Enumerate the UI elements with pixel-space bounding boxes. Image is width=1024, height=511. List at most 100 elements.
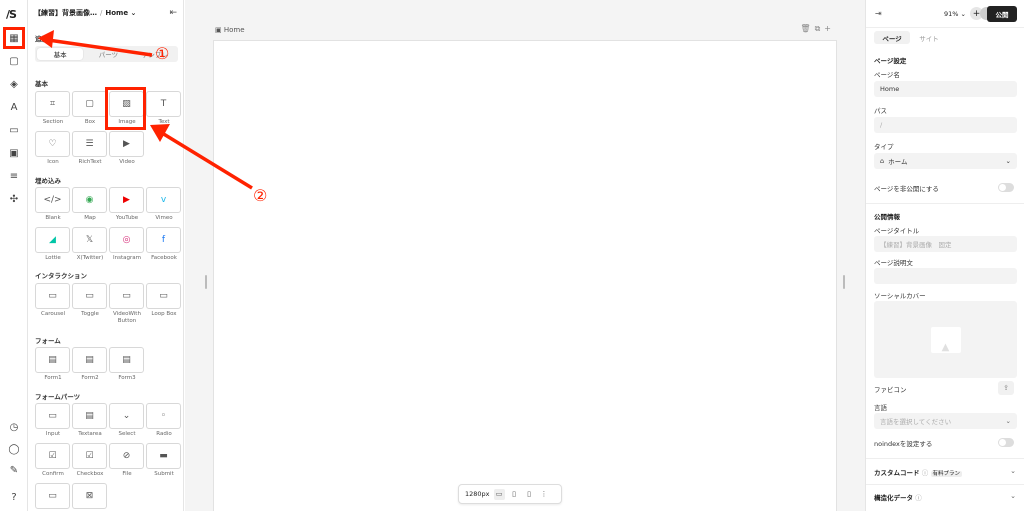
page-name-field[interactable]: Home	[874, 81, 1017, 97]
richtext-icon: ☰	[85, 139, 94, 149]
publish-button[interactable]: 公開	[987, 6, 1017, 22]
components-icon[interactable]: ✣	[5, 190, 23, 208]
element-tile-carousel[interactable]: ▭	[35, 283, 70, 309]
element-tile-input[interactable]: ▭	[35, 403, 70, 429]
tablet-icon[interactable]: ▯	[509, 489, 520, 500]
breadcrumb: 【練習】背景画像… / Home ⌄	[34, 9, 137, 17]
desktop-icon[interactable]: ▭	[493, 488, 505, 500]
page-canvas[interactable]	[213, 40, 837, 511]
help-icon[interactable]: ?	[5, 488, 23, 506]
structured-data-section[interactable]: 構造化データ ⓘ	[874, 492, 922, 502]
expand-panel-icon[interactable]: ⇥	[875, 9, 882, 18]
hide-page-toggle[interactable]	[998, 183, 1014, 192]
element-tile-file[interactable]: ⊘	[109, 443, 144, 469]
annotation-box-image	[105, 87, 146, 130]
history-icon[interactable]: ◷	[5, 418, 23, 436]
page-title-label: ページタイトル	[874, 227, 920, 235]
tab-page[interactable]: ページ	[874, 31, 910, 44]
custom-code-section[interactable]: カスタムコード ⓘ 有料プラン	[874, 467, 963, 477]
element-tile-youtube[interactable]: ▶	[109, 187, 144, 213]
type-select[interactable]: ⌂ ホーム ⌄	[874, 153, 1017, 169]
canvas-page-label: ▣ Home	[215, 26, 245, 34]
blank-icon: </>	[43, 195, 62, 205]
element-tile-section[interactable]: ⌗	[35, 91, 70, 117]
element-tile-loop-box[interactable]: ▭	[146, 283, 181, 309]
element-tile-video[interactable]: ▶	[109, 131, 144, 157]
mobile-icon[interactable]: ▯	[524, 489, 535, 500]
app-logo: /S	[6, 8, 17, 21]
element-tile-toggle[interactable]: ▭	[72, 283, 107, 309]
resize-handle-left[interactable]	[205, 275, 207, 289]
element-tile-icon[interactable]: ♡	[35, 131, 70, 157]
duplicate-icon[interactable]: ⧉	[815, 24, 825, 33]
element-tile-videowith-button[interactable]: ▭	[109, 283, 144, 309]
add-heading: 追加	[35, 35, 48, 43]
page-desc-field[interactable]	[874, 268, 1017, 284]
element-tile-checkbox[interactable]: ☑	[72, 443, 107, 469]
chevron-down-icon[interactable]: ⌄	[1010, 492, 1016, 500]
settings-sliders-icon[interactable]: ≡	[5, 167, 23, 185]
path-field[interactable]: /	[874, 117, 1017, 133]
social-cover-upload[interactable]: ▲	[874, 301, 1017, 378]
typography-icon[interactable]: A	[5, 98, 23, 116]
element-tile-facebook[interactable]: f	[146, 227, 181, 253]
element-tile-blank[interactable]: </>	[35, 187, 70, 213]
zoom-level[interactable]: 91% ⌄	[944, 10, 966, 18]
element-tile-submit[interactable]: ▬	[146, 443, 181, 469]
element-tile-confirm[interactable]: ☑	[35, 443, 70, 469]
media-icon[interactable]: ▣	[5, 144, 23, 162]
project-title[interactable]: 【練習】背景画像…	[34, 9, 97, 17]
tab-basic[interactable]: 基本	[37, 48, 84, 60]
text-icon: T	[160, 99, 167, 109]
chevron-down-icon[interactable]: ⌄	[131, 9, 137, 17]
element-tile-x-twitter[interactable]: 𝕏	[72, 227, 107, 253]
element-tile-instagram[interactable]: ◎	[109, 227, 144, 253]
checkbox-icon: ☑	[85, 451, 94, 461]
element-tile-map[interactable]: ◉	[72, 187, 107, 213]
tab-site[interactable]: サイト	[914, 31, 944, 44]
youtube-icon: ▶	[123, 195, 130, 205]
form3-icon: ▤	[122, 355, 131, 365]
chevron-down-icon[interactable]: ⌄	[1010, 467, 1016, 475]
element-tile-richtext[interactable]: ☰	[72, 131, 107, 157]
element-tile-text[interactable]: T	[146, 91, 181, 117]
canvas-area: ▣ Home 🗑⧉+ 1280px ▭ ▯ ▯ ⋮	[185, 0, 865, 511]
pen-icon[interactable]: ✎	[5, 461, 23, 479]
element-tile-box[interactable]: ▢	[72, 91, 107, 117]
tab-parts[interactable]: パーツ	[85, 46, 131, 62]
trash-icon[interactable]: 🗑	[800, 24, 814, 33]
element-tile-search[interactable]: ▭	[35, 483, 70, 509]
add-page-icon[interactable]: +	[824, 24, 835, 33]
icon-icon: ♡	[48, 139, 57, 149]
element-tile-form3[interactable]: ▤	[109, 347, 144, 373]
element-tile-form1[interactable]: ▤	[35, 347, 70, 373]
toggle-icon: ▭	[85, 291, 94, 301]
element-tile-textarea[interactable]: ▤	[72, 403, 107, 429]
noindex-toggle[interactable]	[998, 438, 1014, 447]
layers-icon[interactable]: ◈	[5, 75, 23, 93]
search-field-icon: ▭	[48, 491, 57, 501]
page-name[interactable]: Home	[105, 9, 128, 17]
upload-icon[interactable]: ⇪	[998, 381, 1014, 395]
folder-icon[interactable]: ▭	[5, 121, 23, 139]
viewport-width: 1280px	[465, 490, 490, 498]
lock-icon: ⊠	[85, 491, 94, 501]
confirm-icon: ☑	[48, 451, 57, 461]
element-tile-vimeo[interactable]: v	[146, 187, 181, 213]
element-tile-select[interactable]: ⌄	[109, 403, 144, 429]
page-title-field[interactable]: 【練習】背景画像 固定	[874, 236, 1017, 252]
language-label: 言語	[874, 404, 887, 412]
pages-icon[interactable]: ▢	[5, 52, 23, 70]
language-select[interactable]: 言語を選択してください ⌄	[874, 413, 1017, 429]
vimeo-icon: v	[160, 195, 167, 205]
element-tile-form2[interactable]: ▤	[72, 347, 107, 373]
more-icon[interactable]: ⋮	[539, 489, 550, 500]
element-tile-label: Loop Box	[151, 311, 177, 317]
element-tile-lock[interactable]: ⊠	[72, 483, 107, 509]
resize-handle-right[interactable]	[843, 275, 845, 289]
element-tile-radio[interactable]: ◦	[146, 403, 181, 429]
page-settings-heading: ページ設定	[874, 57, 907, 65]
comment-icon[interactable]: ◯	[5, 440, 23, 458]
collapse-panel-icon[interactable]: ⇤	[169, 8, 177, 18]
element-tile-lottie[interactable]: ◢	[35, 227, 70, 253]
